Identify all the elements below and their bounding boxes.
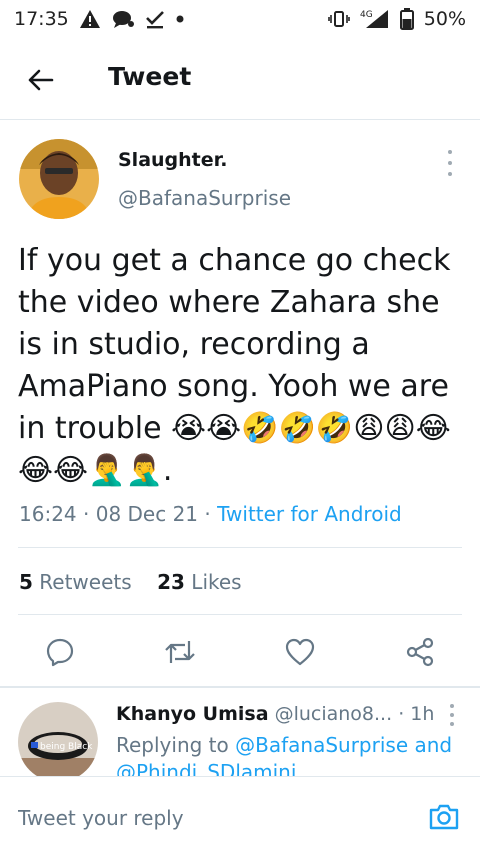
- tweet-meta: 16:24 · 08 Dec 21 · Twitter for Android: [19, 502, 402, 526]
- more-dot-icon: [450, 722, 454, 726]
- reply-input[interactable]: [18, 803, 398, 833]
- tweet-date: 08 Dec 21: [95, 502, 199, 526]
- more-dot-icon: [448, 150, 452, 154]
- signal-icon: 4G: [360, 8, 390, 30]
- share-icon: [406, 637, 434, 667]
- tweet-stats: 5 Retweets 23 Likes: [19, 570, 242, 594]
- mention-link[interactable]: @BafanaSurprise: [235, 733, 408, 757]
- reply-avatar[interactable]: being Black: [18, 702, 98, 782]
- tweet-client-link[interactable]: Twitter for Android: [217, 502, 402, 526]
- notification-icon: [111, 9, 135, 29]
- reply-icon: [46, 638, 74, 667]
- like-button[interactable]: [280, 632, 320, 672]
- more-dot-icon: [450, 713, 454, 717]
- retweets-label: Retweets: [39, 570, 132, 594]
- check-icon: [145, 9, 165, 29]
- dot-icon: [175, 14, 185, 24]
- retweet-button[interactable]: [160, 632, 200, 672]
- arrow-left-icon: [28, 69, 54, 91]
- author-handle[interactable]: @BafanaSurprise: [118, 186, 291, 210]
- replying-to: Replying to @BafanaSurprise and: [116, 733, 452, 757]
- page-title: Tweet: [108, 62, 192, 91]
- battery-icon: [399, 8, 414, 30]
- network-label: 4G: [360, 10, 373, 20]
- meta-separator: ·: [83, 502, 96, 526]
- status-time: 17:35: [14, 8, 69, 30]
- section-separator: [0, 686, 480, 688]
- and-others-link[interactable]: and: [414, 733, 452, 757]
- divider: [18, 614, 462, 615]
- app-bar: Tweet: [0, 38, 480, 120]
- likes-stat[interactable]: 23 Likes: [157, 570, 242, 594]
- like-icon: [285, 638, 315, 666]
- more-dot-icon: [448, 161, 452, 165]
- likes-count: 23: [157, 570, 185, 594]
- more-options-button[interactable]: [444, 150, 456, 176]
- divider: [18, 547, 462, 548]
- reply-separator: ·: [398, 703, 411, 725]
- share-button[interactable]: [400, 632, 440, 672]
- camera-icon: [429, 804, 459, 830]
- more-dot-icon: [450, 704, 454, 708]
- battery-percent: 50%: [423, 8, 466, 30]
- alert-icon: [79, 9, 101, 29]
- reply-author-name[interactable]: Khanyo Umisa: [116, 703, 269, 725]
- tweet-actions: [0, 632, 480, 672]
- replying-to-label: Replying to: [116, 733, 229, 757]
- camera-button[interactable]: [426, 799, 462, 835]
- tweet-time: 16:24: [19, 502, 77, 526]
- back-button[interactable]: [20, 60, 60, 100]
- retweets-count: 5: [19, 570, 33, 594]
- reply-more-button[interactable]: [448, 704, 456, 726]
- author-avatar[interactable]: [19, 139, 99, 219]
- reply-author-handle[interactable]: @luciano8...: [275, 703, 393, 725]
- more-dot-icon: [448, 172, 452, 176]
- likes-label: Likes: [191, 570, 242, 594]
- reply-composer: [0, 776, 480, 854]
- vibrate-icon: [327, 9, 350, 29]
- reply-header: Khanyo Umisa @luciano8... · 1h: [116, 703, 434, 725]
- status-bar: 17:35 4G 50%: [0, 0, 480, 38]
- meta-separator: ·: [204, 502, 218, 526]
- author-name[interactable]: Slaughter.: [118, 149, 228, 171]
- reply-time: 1h: [410, 703, 435, 725]
- wristband-text: being Black: [40, 742, 93, 752]
- retweet-icon: [165, 641, 195, 663]
- retweets-stat[interactable]: 5 Retweets: [19, 570, 132, 594]
- tweet-text: If you get a chance go check the video w…: [18, 243, 451, 488]
- reply-button[interactable]: [40, 632, 80, 672]
